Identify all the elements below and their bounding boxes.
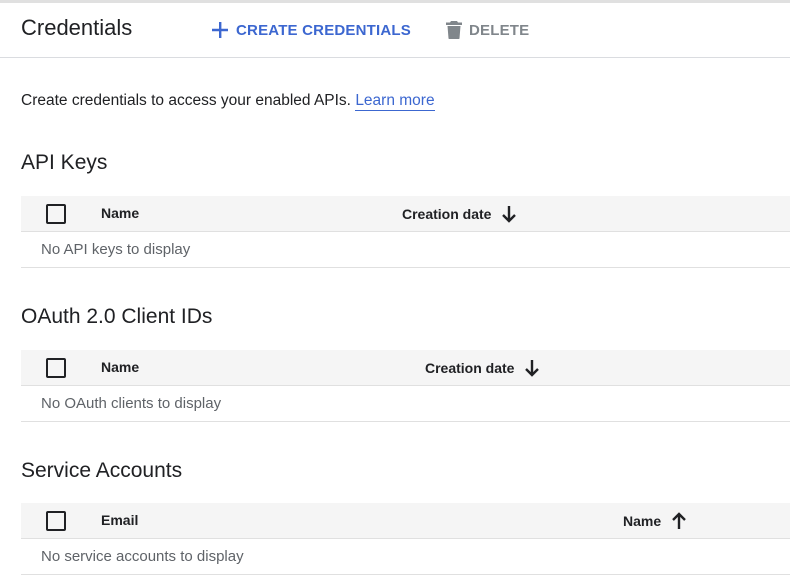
empty-message: No API keys to display <box>21 232 790 268</box>
service-accounts-title: Service Accounts <box>21 459 183 482</box>
column-name[interactable]: Name <box>623 512 687 530</box>
api-keys-table: Name Creation date No API keys to displa… <box>21 196 790 268</box>
column-label: Name <box>101 205 140 221</box>
table-header: Name Creation date <box>21 196 790 232</box>
column-creation-date[interactable]: Creation date <box>402 205 517 223</box>
create-credentials-button[interactable]: CREATE CREDENTIALS <box>211 17 411 43</box>
column-label: Name <box>623 513 662 529</box>
select-all-checkbox[interactable] <box>46 358 66 378</box>
intro-description: Create credentials to access your enable… <box>21 92 351 109</box>
oauth-clients-table: Name Creation date No OAuth clients to d… <box>21 350 790 422</box>
column-name[interactable]: Name <box>101 205 139 221</box>
column-label: Name <box>101 359 140 375</box>
plus-icon <box>211 21 229 39</box>
column-email[interactable]: Email <box>101 512 138 528</box>
api-keys-title: API Keys <box>21 151 108 174</box>
select-all-checkbox[interactable] <box>46 511 66 531</box>
empty-message: No service accounts to display <box>21 539 790 575</box>
column-label: Creation date <box>402 206 492 222</box>
service-accounts-table: Email Name No service accounts to displa… <box>21 503 790 575</box>
column-label: Email <box>101 512 139 528</box>
column-name[interactable]: Name <box>101 359 139 375</box>
arrow-up-icon <box>671 512 687 530</box>
table-header: Email Name <box>21 503 790 539</box>
learn-more-link[interactable]: Learn more <box>355 92 435 111</box>
trash-icon <box>446 21 462 39</box>
create-credentials-label: CREATE CREDENTIALS <box>236 21 411 39</box>
delete-label: DELETE <box>469 21 530 39</box>
select-all-checkbox[interactable] <box>46 204 66 224</box>
action-bar: Credentials CREATE CREDENTIALS DELETE <box>0 0 790 58</box>
page-title: Credentials <box>21 15 133 40</box>
oauth-clients-title: OAuth 2.0 Client IDs <box>21 305 213 328</box>
column-creation-date[interactable]: Creation date <box>425 359 540 377</box>
table-header: Name Creation date <box>21 350 790 386</box>
empty-message: No OAuth clients to display <box>21 386 790 422</box>
intro-text: Create credentials to access your enable… <box>21 92 435 111</box>
arrow-down-icon <box>524 359 540 377</box>
arrow-down-icon <box>501 205 517 223</box>
delete-button[interactable]: DELETE <box>446 17 529 43</box>
column-label: Creation date <box>425 360 515 376</box>
